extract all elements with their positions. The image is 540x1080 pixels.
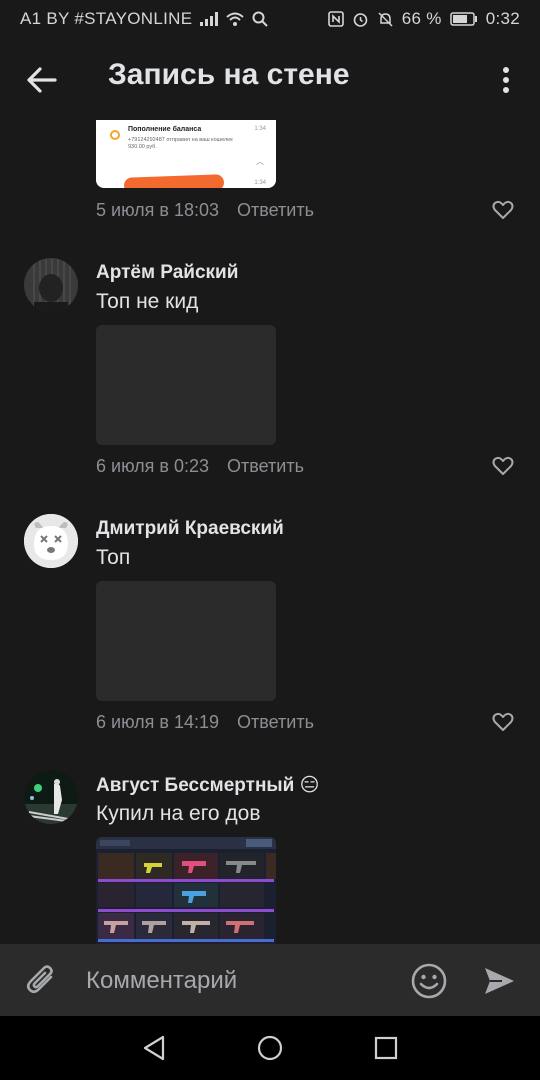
clock: 0:32 [485,9,520,28]
battery-percent: 66 % [401,9,442,28]
paperclip-icon [26,965,53,994]
comment-author[interactable]: Август Бессмертный 😑 [96,774,319,797]
notification-body: +79124292487 отправил на ваш кошелек 930… [128,137,233,150]
nav-back-button[interactable] [140,1034,168,1062]
nav-home-button[interactable] [256,1034,284,1062]
avatar-image [24,770,78,824]
nav-recents-button[interactable] [372,1034,400,1062]
reply-button[interactable]: Ответить [227,456,304,477]
notification-title: Пополнение баланса [128,126,202,133]
notification-time-bottom: 1:34 [254,180,266,186]
more-vertical-icon [503,67,509,93]
wallet-logo-icon [110,130,120,140]
page-title: Запись на стене [108,58,350,91]
send-icon [485,968,514,994]
chevron-up-icon: ︿ [256,157,264,166]
comment-author[interactable]: Дмитрий Краевский [96,518,284,540]
game-inventory-screenshot [96,837,276,944]
search-status-icon [252,11,269,27]
avatar[interactable] [24,770,78,824]
wifi-icon [226,12,245,26]
alarm-icon [352,11,369,28]
emoji-button[interactable] [410,962,448,1000]
comment-composer [0,944,540,1016]
comment-meta: 6 июля в 0:23 Ответить [96,456,304,477]
comment-text: Топ [96,546,131,569]
comment-author-name: Август Бессмертный [96,775,295,796]
status-right: 66 % 0:32 [327,9,520,29]
avatar[interactable] [24,514,78,568]
comment-meta: 5 июля в 18:03 Ответить [96,200,314,221]
avatar-image [24,258,78,312]
status-left: A1 BY #STAYONLINE [20,9,269,29]
comment-date: 6 июля в 0:23 [96,456,210,476]
mute-icon [377,11,394,28]
like-button[interactable] [492,200,514,220]
comment-text: Купил на его дов [96,802,261,825]
comment-meta: 6 июля в 14:19 Ответить [96,712,314,733]
square-recents-icon [374,1036,398,1060]
back-button[interactable] [24,62,60,98]
comment-text: Топ не кид [96,290,199,313]
comment-input[interactable] [84,960,388,1002]
triangle-back-icon [143,1035,165,1061]
system-navigation-bar [0,1016,540,1080]
comment-attachment-image[interactable] [96,837,276,944]
back-arrow-icon [27,67,57,93]
smile-icon [411,963,447,999]
app-header: Запись на стене [0,38,540,120]
status-bar: A1 BY #STAYONLINE 66 % 0:32 [0,0,540,38]
comment-attachment-image[interactable] [96,325,276,445]
screen: A1 BY #STAYONLINE 66 % 0:32 Запись на ст… [0,0,540,1080]
like-button[interactable] [492,456,514,476]
comment-attachment-image[interactable]: Пополнение баланса 1:34 +79124292487 отп… [96,120,276,188]
heart-icon [492,200,514,219]
circle-home-icon [257,1035,283,1061]
comment-date: 5 июля в 18:03 [96,200,220,220]
signal-icon [200,12,219,26]
carrier-label: A1 BY #STAYONLINE [20,9,193,28]
orange-stripe [123,174,225,188]
expressionless-emoji: 😑 [299,775,320,796]
more-button[interactable] [494,62,518,98]
nfc-icon [327,11,344,27]
dog-avatar-icon [24,514,78,568]
attach-button[interactable] [24,962,60,998]
heart-icon [492,712,514,731]
comment-author[interactable]: Артём Райский [96,262,238,284]
avatar[interactable] [24,258,78,312]
like-button[interactable] [492,712,514,732]
battery-icon [449,12,478,26]
comment-attachment-image[interactable] [96,581,276,701]
comment-date: 6 июля в 14:19 [96,712,220,732]
reply-button[interactable]: Ответить [237,200,314,221]
send-button[interactable] [480,962,518,1000]
heart-icon [492,456,514,475]
reply-button[interactable]: Ответить [237,712,314,733]
comments-feed[interactable]: Пополнение баланса 1:34 +79124292487 отп… [0,120,540,944]
notification-time: 1:34 [254,126,266,132]
